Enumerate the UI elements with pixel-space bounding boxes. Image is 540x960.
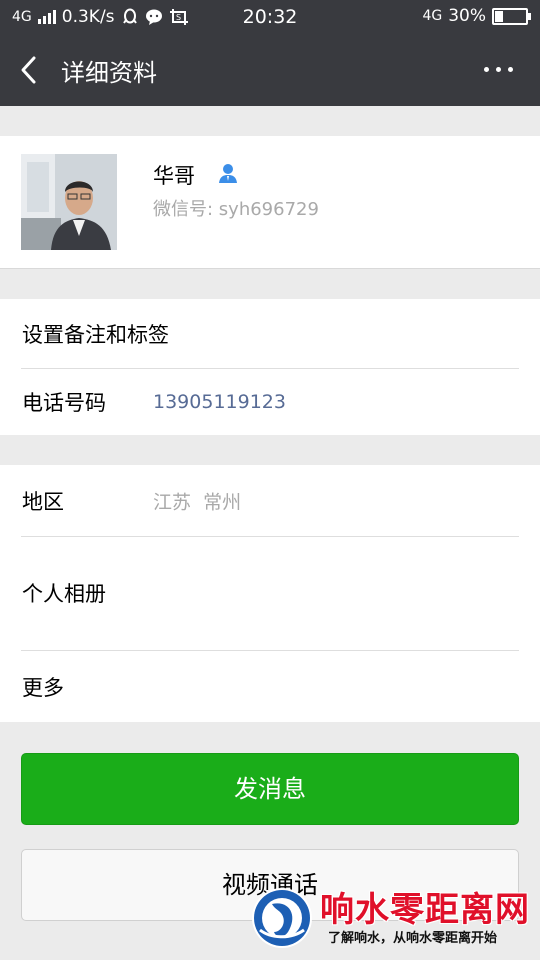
status-right: 4G 30% — [422, 6, 531, 26]
watermark-logo-icon — [252, 888, 312, 948]
watermark-title: 响水零距离网 — [320, 890, 530, 930]
info-group: 地区 江苏 常州 个人相册 更多 — [0, 465, 540, 722]
status-bar: 4G 0.3K/s S 20:32 4G 30% — [0, 0, 540, 34]
phone-label: 电话号码 — [22, 391, 106, 415]
avatar-photo — [21, 154, 117, 250]
region-value: 江苏 常州 — [153, 491, 242, 513]
wechat-id: 微信号: syh696729 — [153, 199, 319, 220]
battery-icon — [492, 7, 531, 25]
remark-phone-group: 设置备注和标签 电话号码 13905119123 — [0, 299, 540, 435]
send-message-button[interactable]: 发消息 — [21, 753, 519, 825]
profile-name: 华哥 — [153, 164, 195, 188]
remark-label: 设置备注和标签 — [22, 322, 169, 347]
phone-row[interactable]: 电话号码 13905119123 — [0, 369, 540, 435]
avatar[interactable] — [21, 154, 117, 250]
more-label: 更多 — [22, 675, 64, 700]
back-chevron-icon[interactable] — [14, 52, 44, 88]
network-type-right: 4G — [422, 8, 443, 24]
watermark-subtitle: 了解响水，从响水零距离开始 — [328, 931, 498, 946]
watermark: 响水零距离网 了解响水，从响水零距离开始 — [248, 880, 540, 960]
region-label: 地区 — [22, 489, 64, 514]
person-icon — [219, 164, 237, 183]
more-row[interactable]: 更多 — [0, 651, 540, 722]
remark-row[interactable]: 设置备注和标签 — [0, 299, 540, 368]
phone-number-link[interactable]: 13905119123 — [153, 391, 286, 413]
battery-percent: 30% — [448, 6, 486, 26]
album-row[interactable]: 个人相册 — [0, 537, 540, 650]
page-title: 详细资料 — [61, 59, 157, 87]
nav-bar: 详细资料 — [0, 34, 540, 106]
more-dots-icon[interactable] — [484, 59, 514, 79]
region-row: 地区 江苏 常州 — [0, 465, 540, 536]
album-label: 个人相册 — [22, 582, 106, 606]
profile-card[interactable]: 华哥 微信号: syh696729 — [0, 136, 540, 269]
